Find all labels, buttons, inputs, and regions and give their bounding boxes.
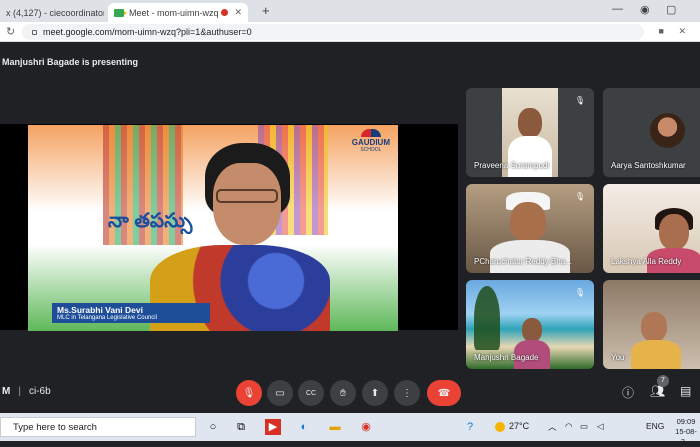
chrome-profile-icon[interactable]: ◉	[640, 3, 650, 16]
camera-icon: ▭	[275, 387, 285, 399]
presenting-banner: Manjushri Bagade is presenting	[2, 57, 139, 67]
lock-icon	[32, 29, 37, 35]
recording-dot-icon	[221, 9, 229, 16]
help-icon[interactable]: ?	[462, 419, 478, 435]
presentation-slide: నా తపస్సు GAUDIUM SCHOOL Ms.Surabhi Vani…	[28, 125, 398, 331]
people-count-badge: 7	[657, 375, 669, 387]
present-icon: ⬆	[370, 387, 380, 399]
tab-mail-label: x (4,127) - ciecoordinator@...	[6, 7, 104, 18]
battery-icon[interactable]: ▭	[580, 421, 588, 432]
clock-date: 15-08-2...	[675, 427, 697, 446]
taskbar-search-box[interactable]: Type here to search	[0, 417, 196, 437]
participant-tile[interactable]: 🎙︎ Praveena Surampudi	[466, 88, 594, 177]
reload-icon[interactable]: ↻	[6, 25, 15, 38]
participant-tile[interactable]: Aarya Santoshkumar	[603, 88, 700, 177]
cortana-icon[interactable]: ○	[205, 419, 221, 435]
tab-meet[interactable]: Meet - mom-uimn-wzq ✕	[108, 3, 248, 22]
tab-mail[interactable]: x (4,127) - ciecoordinator@... ✕	[0, 3, 104, 22]
url-text: meet.google.com/mom-uimn-wzq?pli=1&authu…	[43, 27, 252, 37]
present-button[interactable]: ⬆	[362, 380, 388, 406]
meeting-code: M | ci-6b	[2, 386, 51, 397]
end-call-icon: ☎︎	[437, 387, 451, 399]
logo-text: GAUDIUM	[351, 138, 390, 147]
caption-role: MLC in Telangana Legislative Council	[57, 315, 157, 321]
mic-toggle-button[interactable]: 🎙︎	[236, 380, 262, 406]
media-app-icon[interactable]: ▶	[265, 419, 281, 435]
maximize-icon[interactable]: ▢	[666, 3, 676, 16]
gaudium-logo: GAUDIUM SCHOOL	[352, 129, 390, 153]
windows-taskbar: Type here to search ○ ⧉ ▶ ◐ ▬ ◉ ? 27°C ︿…	[0, 413, 700, 446]
meeting-code-prefix: M	[2, 386, 11, 397]
captions-button[interactable]: CC	[298, 380, 324, 406]
participant-tile[interactable]: 🎙︎ Manjushri Bagade	[466, 280, 594, 369]
weather-text: 27°C	[509, 421, 530, 431]
volume-icon[interactable]: ◁	[597, 421, 604, 432]
participant-tile-self[interactable]: You	[603, 280, 700, 369]
hand-icon: ✋︎	[340, 387, 346, 399]
close-icon[interactable]: ✕	[234, 7, 242, 18]
tab-meet-label: Meet - mom-uimn-wzq	[129, 7, 219, 18]
chrome-icon[interactable]: ◉	[358, 419, 374, 435]
search-placeholder: Type here to search	[13, 422, 97, 433]
wifi-icon[interactable]: ◠	[565, 421, 572, 432]
raise-hand-button[interactable]: ✋︎	[330, 380, 356, 406]
camera-toggle-button[interactable]: ▭	[267, 380, 293, 406]
edge-icon[interactable]: ◐	[296, 419, 312, 435]
meet-control-bar: M | ci-6b 🎙︎ ▭ CC ✋︎ ⬆ ⋮ ☎︎ ⓘ 👥︎ 7 ▤	[0, 373, 700, 413]
info-icon[interactable]: ⓘ	[622, 384, 634, 401]
file-explorer-icon[interactable]: ▬	[327, 419, 343, 435]
logo-sub: SCHOOL	[360, 147, 382, 153]
taskbar-clock[interactable]: 09:09 15-08-2...	[672, 417, 700, 447]
mic-off-icon: 🎙︎	[242, 387, 256, 399]
more-options-button[interactable]: ⋮	[394, 380, 420, 406]
participant-name: Aarya Santoshkumar	[611, 161, 686, 170]
tray-chevron-icon[interactable]: ︿	[548, 421, 557, 433]
speaker-caption: Ms.Surabhi Vani Devi MLC in Telangana Le…	[52, 303, 210, 323]
participant-name: PCharuchatur Reddy Bha...	[474, 257, 572, 266]
mic-off-icon: 🎙︎	[574, 288, 586, 297]
avatar	[650, 113, 685, 148]
participant-name: Lakshya Alla Reddy	[611, 257, 682, 266]
minimize-icon[interactable]: —	[612, 3, 623, 15]
more-vert-icon: ⋮	[402, 387, 412, 399]
leave-call-button[interactable]: ☎︎	[427, 380, 461, 406]
weather-widget[interactable]: 27°C	[495, 421, 529, 432]
participant-name: Praveena Surampudi	[474, 161, 550, 170]
language-indicator[interactable]: ENG	[646, 421, 664, 431]
meeting-code-text: ci-6b	[28, 386, 51, 397]
meet-favicon-icon	[114, 8, 127, 17]
participant-name: Manjushri Bagade	[474, 353, 539, 362]
caption-name: Ms.Surabhi Vani Devi	[57, 305, 143, 315]
mic-off-icon: 🎙︎	[574, 96, 586, 105]
sun-icon	[495, 421, 505, 432]
address-bar-row: ↻ meet.google.com/mom-uimn-wzq?pli=1&aut…	[0, 22, 700, 42]
url-field[interactable]: meet.google.com/mom-uimn-wzq?pli=1&authu…	[22, 24, 644, 40]
participant-name: You	[611, 353, 625, 362]
mic-off-icon: 🎙︎	[574, 192, 586, 201]
chat-icon[interactable]: ▤	[680, 384, 691, 398]
participant-tile[interactable]: 🎙︎ PCharuchatur Reddy Bha...	[466, 184, 594, 273]
captions-icon: CC	[305, 389, 317, 397]
camera-in-use-icon[interactable]: ■ ✕	[659, 26, 692, 37]
clock-time: 09:09	[676, 417, 696, 426]
browser-tab-strip: x (4,127) - ciecoordinator@... ✕ Meet - …	[0, 0, 700, 22]
task-view-icon[interactable]: ⧉	[233, 419, 249, 435]
new-tab-button[interactable]: +	[262, 3, 270, 18]
participant-tile[interactable]: 🎙︎ Lakshya Alla Reddy	[603, 184, 700, 273]
